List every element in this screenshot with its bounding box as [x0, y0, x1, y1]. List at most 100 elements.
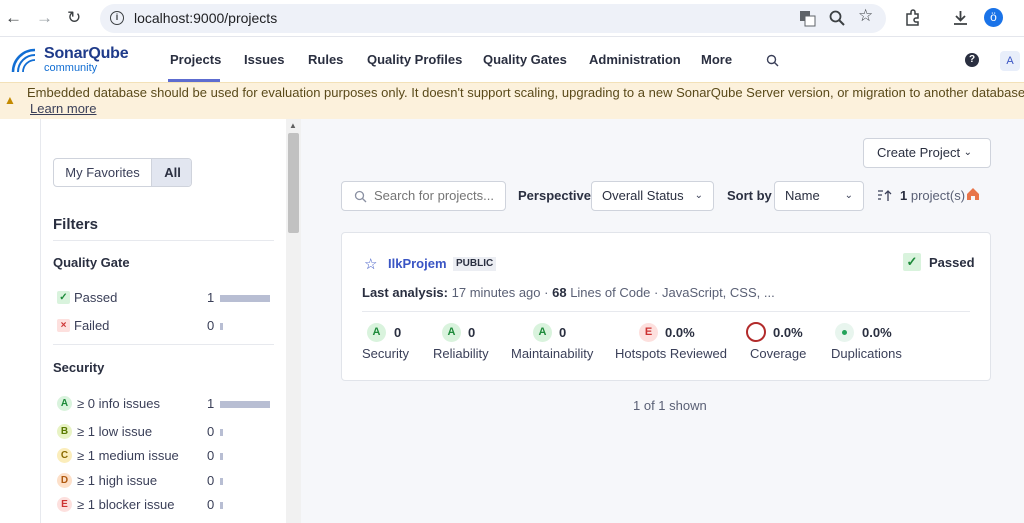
filter-security-c[interactable]: C ≥ 1 medium issue 0 [57, 447, 274, 465]
maintainability-value[interactable]: 0 [559, 325, 566, 340]
duplications-value[interactable]: 0.0% [862, 325, 892, 340]
languages: JavaScript, CSS, ... [661, 285, 775, 300]
scroll-up-arrow-icon[interactable]: ▲ [289, 121, 297, 130]
filter-bar [220, 502, 223, 509]
scrollbar-thumb[interactable] [288, 133, 299, 233]
nav-quality-gates[interactable]: Quality Gates [483, 52, 567, 67]
reliability-rating-badge[interactable]: A [442, 323, 461, 342]
reload-icon[interactable]: ↻ [67, 8, 81, 28]
create-project-button[interactable]: Create Project ⌄ [863, 138, 991, 168]
project-name-link[interactable]: IlkProjem [388, 256, 447, 271]
nav-quality-profiles[interactable]: Quality Profiles [367, 52, 462, 67]
forward-icon[interactable]: → [36, 8, 53, 28]
chevron-down-icon: ⌄ [844, 190, 853, 201]
browser-toolbar: ← → ↻ i localhost:9000/projects ☆ ö [0, 0, 1024, 37]
sort-direction-icon[interactable] [877, 189, 892, 202]
coverage-ring-icon [746, 322, 766, 342]
divider [362, 311, 970, 312]
filter-label: Passed [74, 290, 118, 305]
nav-more[interactable]: More [701, 52, 732, 67]
help-icon[interactable]: ? [965, 53, 979, 67]
filter-count: 0 [207, 448, 215, 463]
address-bar[interactable]: i localhost:9000/projects [100, 4, 886, 33]
back-icon[interactable]: ← [5, 8, 22, 28]
loc-label: Lines of Code [570, 285, 651, 300]
filter-label: ≥ 1 medium issue [77, 448, 179, 463]
download-icon[interactable] [952, 9, 969, 26]
filter-passed[interactable]: ✓ Passed 1 [57, 289, 274, 307]
quality-gate-title: Quality Gate [53, 255, 130, 270]
maintainability-rating-badge[interactable]: A [533, 323, 552, 342]
nav-administration[interactable]: Administration [589, 52, 681, 67]
security-value[interactable]: 0 [394, 325, 401, 340]
filter-security-e[interactable]: E ≥ 1 blocker issue 0 [57, 496, 274, 514]
favorite-star-icon[interactable]: ☆ [364, 255, 377, 273]
rating-badge: D [57, 473, 72, 488]
rating-badge: A [57, 396, 72, 411]
sonarqube-logo-icon[interactable] [9, 44, 43, 76]
translate-icon[interactable] [799, 10, 816, 27]
logo-name[interactable]: SonarQube [44, 45, 129, 63]
reliability-value[interactable]: 0 [468, 325, 475, 340]
security-title: Security [53, 360, 105, 375]
chevron-down-icon: ⌄ [963, 147, 972, 158]
perspective-value: Overall Status [602, 188, 684, 203]
coverage-value[interactable]: 0.0% [773, 325, 803, 340]
filter-security-b[interactable]: B ≥ 1 low issue 0 [57, 423, 274, 441]
filter-failed[interactable]: × Failed 0 [57, 317, 274, 335]
project-count-text: project(s) [910, 188, 966, 203]
filter-bar [220, 401, 270, 408]
reliability-label: Reliability [433, 346, 489, 361]
sort-label: Sort by [727, 188, 772, 203]
site-info-icon[interactable]: i [110, 11, 124, 25]
sort-select[interactable]: Name ⌄ [774, 181, 864, 211]
all-button[interactable]: All [151, 159, 191, 186]
analysis-info: Last analysis: 17 minutes ago · 68 Lines… [362, 285, 775, 300]
project-search[interactable] [341, 181, 506, 211]
url-text[interactable]: localhost:9000/projects [134, 10, 277, 26]
bookmark-star-icon[interactable]: ☆ [858, 7, 873, 25]
filter-count: 0 [207, 473, 215, 488]
extensions-icon[interactable] [904, 9, 921, 26]
rating-badge: C [57, 448, 72, 463]
create-project-label: Create Project [877, 145, 961, 160]
profile-avatar[interactable]: ö [984, 8, 1003, 27]
user-avatar[interactable]: A [1000, 51, 1020, 71]
check-icon: ✓ [903, 253, 921, 271]
filter-label: ≥ 1 blocker issue [77, 497, 175, 512]
hotspots-value[interactable]: 0.0% [665, 325, 695, 340]
search-icon[interactable] [766, 54, 779, 67]
check-icon: ✓ [57, 291, 70, 304]
filter-security-d[interactable]: D ≥ 1 high issue 0 [57, 472, 274, 490]
results-shown: 1 of 1 shown [633, 398, 707, 413]
home-icon[interactable] [966, 187, 980, 201]
search-icon [354, 190, 367, 203]
logo-edition: community [44, 62, 98, 74]
perspective-select[interactable]: Overall Status ⌄ [591, 181, 714, 211]
my-favorites-button[interactable]: My Favorites [54, 159, 151, 186]
perspective-label: Perspective [518, 188, 591, 203]
filter-label: Failed [74, 318, 110, 333]
security-rating-badge[interactable]: A [367, 323, 386, 342]
search-input[interactable] [374, 188, 502, 203]
sonarqube-navbar: SonarQube community Projects Issues Rule… [0, 37, 1024, 82]
sort-value: Name [785, 188, 820, 203]
filter-count: 0 [207, 424, 215, 439]
project-count: 1 project(s) [900, 188, 965, 203]
duplications-dot [842, 330, 847, 335]
zoom-icon[interactable] [829, 10, 845, 26]
learn-more-link[interactable]: Learn more [30, 101, 96, 116]
filter-security-a[interactable]: A ≥ 0 info issues 1 [57, 395, 274, 413]
filter-label: ≥ 1 high issue [77, 473, 158, 488]
nav-projects[interactable]: Projects [170, 52, 221, 67]
nav-issues[interactable]: Issues [244, 52, 284, 67]
filter-bar [220, 295, 270, 302]
loc-value: 68 [552, 285, 567, 300]
filter-count: 1 [207, 290, 215, 305]
divider [53, 240, 274, 241]
nav-rules[interactable]: Rules [308, 52, 343, 67]
filters-title: Filters [53, 216, 99, 233]
visibility-badge: PUBLIC [453, 257, 497, 271]
hotspots-rating-badge[interactable]: E [639, 323, 658, 342]
filter-bar [220, 453, 223, 460]
